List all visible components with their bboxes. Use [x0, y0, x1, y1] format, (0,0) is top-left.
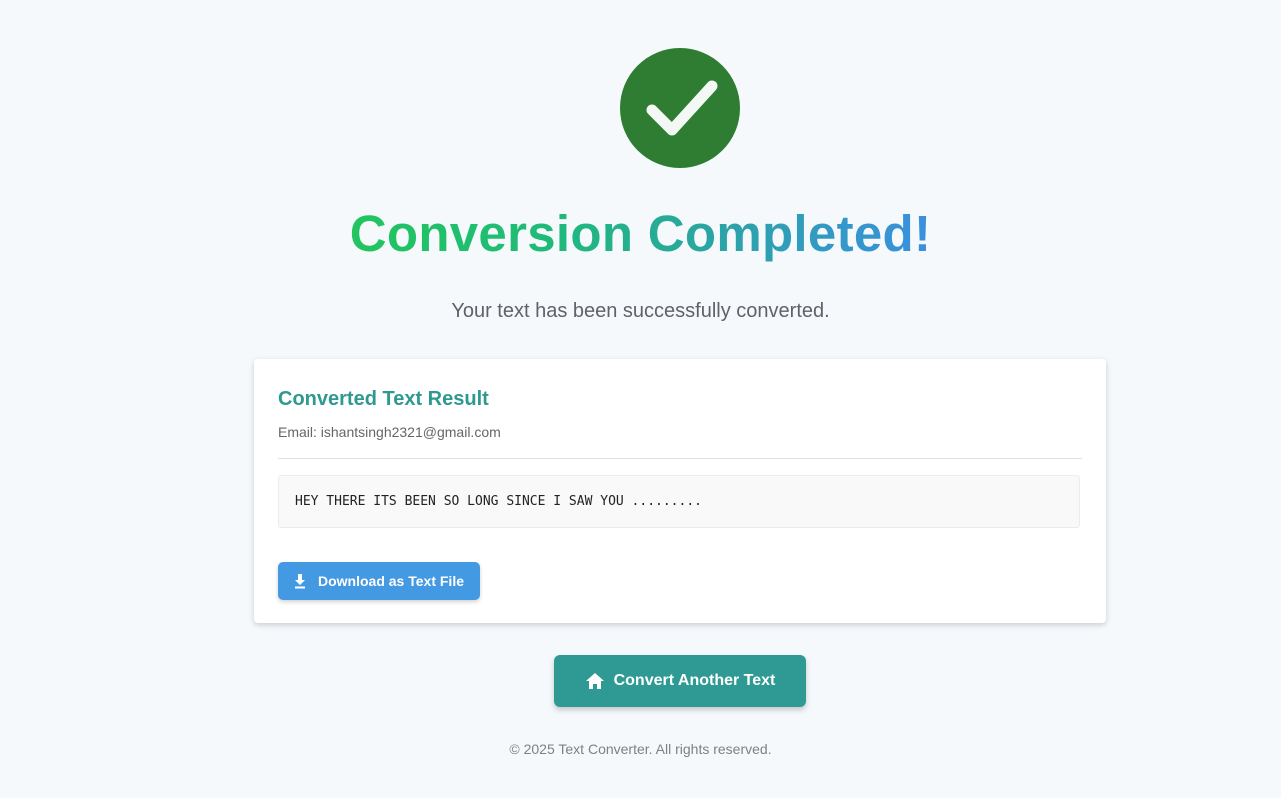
success-page: Conversion Completed! Your text has been…: [0, 0, 1281, 798]
download-icon: [292, 573, 308, 589]
check-circle-icon: [620, 48, 740, 168]
result-card-title: Converted Text Result: [278, 388, 489, 410]
convert-another-button[interactable]: Convert Another Text: [554, 655, 806, 707]
download-button[interactable]: Download as Text File: [278, 562, 480, 600]
footer-copyright: © 2025 Text Converter. All rights reserv…: [509, 741, 772, 757]
download-button-label: Download as Text File: [318, 573, 464, 589]
result-email: Email: ishantsingh2321@gmail.com: [278, 424, 501, 440]
page-title: Conversion Completed!: [0, 203, 1281, 265]
converted-text[interactable]: HEY THERE ITS BEEN SO LONG SINCE I SAW Y…: [295, 494, 702, 510]
checkmark-icon: [646, 80, 718, 136]
card-divider: [278, 458, 1082, 459]
success-subtitle: Your text has been successfully converte…: [451, 300, 830, 322]
converted-text-box[interactable]: HEY THERE ITS BEEN SO LONG SINCE I SAW Y…: [278, 475, 1080, 528]
home-icon: [585, 671, 605, 691]
convert-another-label: Convert Another Text: [613, 672, 776, 689]
result-card: Converted Text Result Email: ishantsingh…: [254, 359, 1106, 623]
page-title-text: Conversion Completed!: [349, 205, 932, 262]
